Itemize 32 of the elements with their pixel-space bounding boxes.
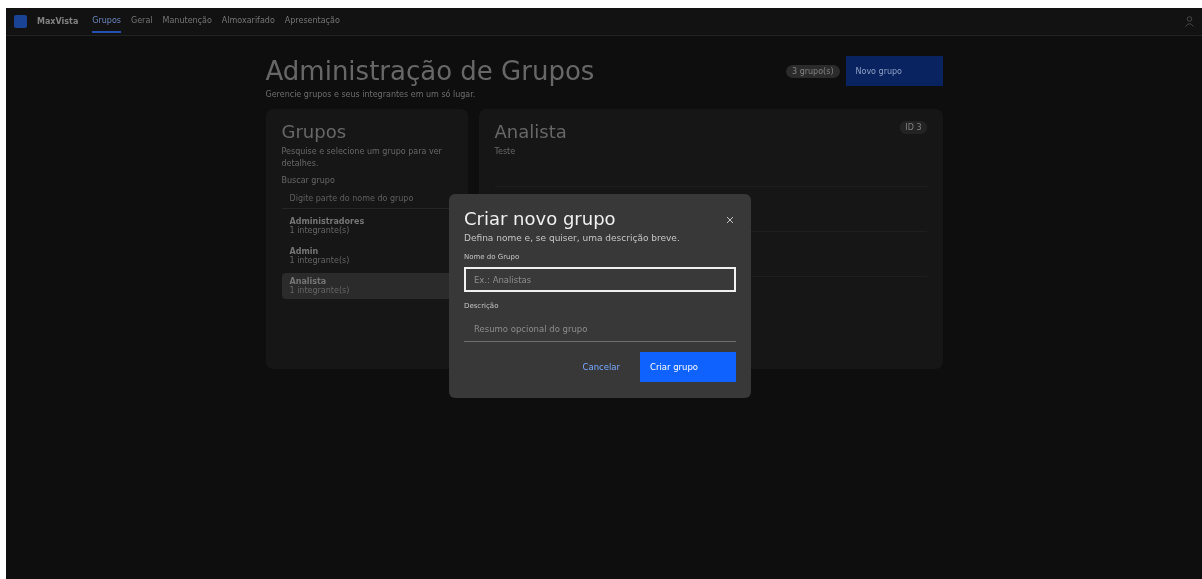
id-badge: ID 3: [900, 121, 927, 134]
group-count-badge: 3 grupo(s): [786, 64, 840, 78]
group-name: Administradores: [289, 217, 366, 226]
group-title: Analista: [494, 121, 567, 142]
page-title: Administração de Grupos: [265, 56, 595, 86]
description-input-field[interactable]: Resumo opcional do grupo: [464, 316, 736, 342]
search-field[interactable]: Digite parte do nome do grupo: [281, 188, 452, 209]
name-input-field[interactable]: Ex.: Analistas: [464, 267, 736, 292]
nav-link[interactable]: Almoxarifado: [221, 10, 275, 33]
panel-description: Pesquise e selecione um grupo para ver detalhes.: [281, 146, 443, 170]
dialog-subtitle: Defina nome e, se quiser, uma descrição breve.: [464, 233, 681, 243]
member-count: 1 integrante(s): [289, 226, 351, 235]
group-list-item[interactable]: Admin 1 integrante(s): [281, 243, 452, 269]
panel-title: Grupos: [281, 121, 348, 142]
close-icon[interactable]: [725, 215, 735, 225]
group-name: Analista: [289, 277, 328, 286]
dialog-title: Criar novo grupo: [464, 208, 616, 229]
nav-link[interactable]: Manutenção: [162, 10, 212, 33]
nav-link[interactable]: Grupos: [92, 10, 121, 33]
cancel-button[interactable]: Cancelar: [576, 361, 626, 373]
nav-link[interactable]: Geral: [131, 10, 153, 33]
new-group-button[interactable]: Novo grupo: [845, 56, 943, 86]
group-list-item[interactable]: Administradores 1 integrante(s): [281, 213, 452, 239]
brand-name: MaxVista: [37, 17, 79, 26]
logo-icon: [14, 15, 27, 28]
nav-link[interactable]: Apresentação: [284, 10, 340, 33]
field-label: Buscar grupo: [281, 176, 336, 185]
group-name: Admin: [289, 247, 320, 256]
group-description: Teste: [494, 146, 517, 158]
member-count: 1 integrante(s): [289, 256, 351, 265]
page-subtitle: Gerencie grupos e seus integrantes em um só lugar.: [265, 90, 477, 99]
create-group-button[interactable]: Criar grupo: [640, 352, 736, 382]
